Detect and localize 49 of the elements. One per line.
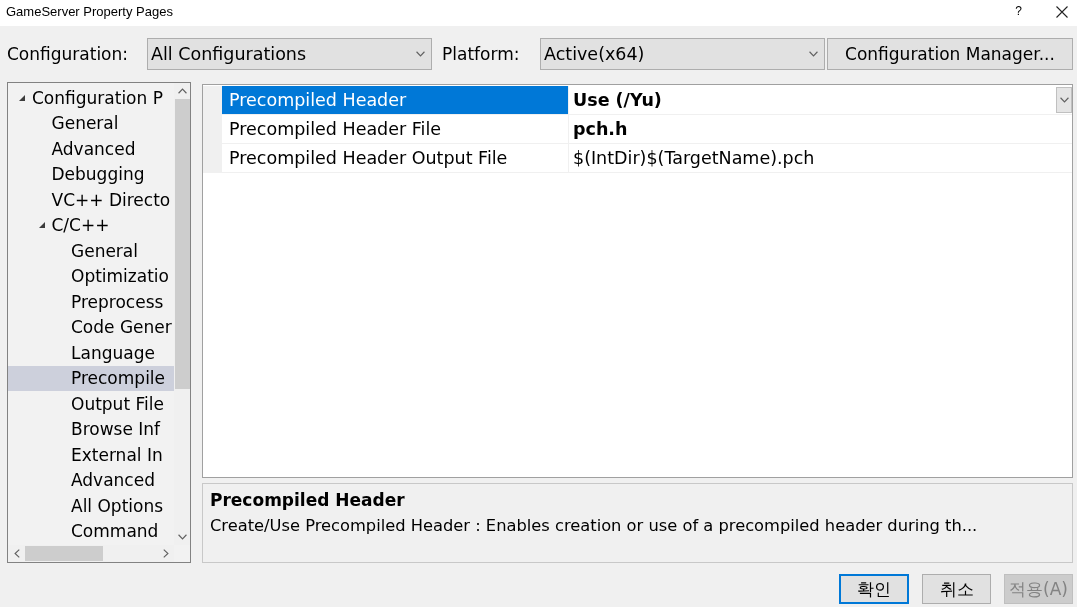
triangle-icon[interactable] — [38, 222, 45, 229]
tree-item[interactable]: Configuration P — [8, 85, 174, 111]
configuration-manager-button[interactable]: Configuration Manager... — [827, 38, 1073, 70]
property-value[interactable]: $(IntDir)$(TargetName).pch — [573, 148, 1072, 168]
close-button[interactable] — [1056, 5, 1068, 18]
scrollbar-thumb[interactable] — [174, 99, 190, 389]
tree-item[interactable]: Language — [8, 340, 174, 366]
chevron-down-icon — [1059, 97, 1069, 103]
tree-item[interactable]: Precompile — [8, 365, 174, 391]
help-button[interactable]: ? — [1011, 4, 1026, 18]
tree-item[interactable]: All Options — [8, 493, 174, 519]
chevron-down-icon — [416, 51, 425, 57]
dropdown-button[interactable] — [1056, 87, 1072, 113]
configuration-label: Configuration: — [7, 44, 130, 64]
configuration-dropdown[interactable]: All Configurations — [147, 38, 432, 70]
property-value[interactable]: pch.h — [573, 119, 1072, 139]
window-title: GameServer Property Pages — [6, 3, 174, 19]
platform-dropdown[interactable]: Active(x64) — [540, 38, 825, 70]
property-name[interactable]: Precompiled Header Output File — [222, 144, 568, 172]
tree-item[interactable]: Preprocess — [8, 289, 174, 315]
dialog-button[interactable]: 확인 — [839, 574, 909, 604]
tree-item[interactable]: Advanced — [8, 467, 174, 493]
description-title: Precompiled Header — [210, 489, 406, 512]
tree-item[interactable]: Debugging — [8, 161, 174, 187]
platform-label: Platform: — [442, 44, 521, 64]
triangle-icon[interactable] — [19, 94, 25, 101]
tree-item[interactable]: General — [8, 110, 174, 136]
chevron-up-icon — [177, 88, 187, 94]
dialog-button[interactable]: 취소 — [922, 574, 991, 604]
chevron-right-icon — [162, 549, 169, 558]
tree-item[interactable]: Output File — [8, 391, 174, 417]
close-icon — [1056, 5, 1068, 18]
tree-item[interactable]: C/C++ — [8, 212, 174, 238]
tree-item[interactable]: General — [8, 238, 174, 264]
description-text: Create/Use Precompiled Header : Enables creation or use of a precompiled header during th... — [210, 515, 979, 537]
scrollbar-thumb[interactable] — [25, 546, 103, 561]
tree-item[interactable]: Advanced — [8, 136, 174, 162]
tree-item[interactable]: VC++ Directo — [8, 187, 174, 213]
property-name[interactable]: Precompiled Header — [222, 86, 568, 114]
tree-item[interactable]: External In — [8, 442, 174, 468]
tree-item[interactable]: Command — [8, 518, 174, 544]
tree-item[interactable]: Optimizatio — [8, 263, 174, 289]
property-value[interactable]: Use (/Yu) — [573, 90, 1056, 110]
chevron-down-icon — [177, 534, 187, 540]
property-name[interactable]: Precompiled Header File — [222, 115, 568, 143]
chevron-down-icon — [809, 51, 818, 57]
tree-item[interactable]: Browse Inf — [8, 416, 174, 442]
tree-item[interactable]: Code Gener — [8, 314, 174, 340]
chevron-left-icon — [13, 549, 20, 558]
